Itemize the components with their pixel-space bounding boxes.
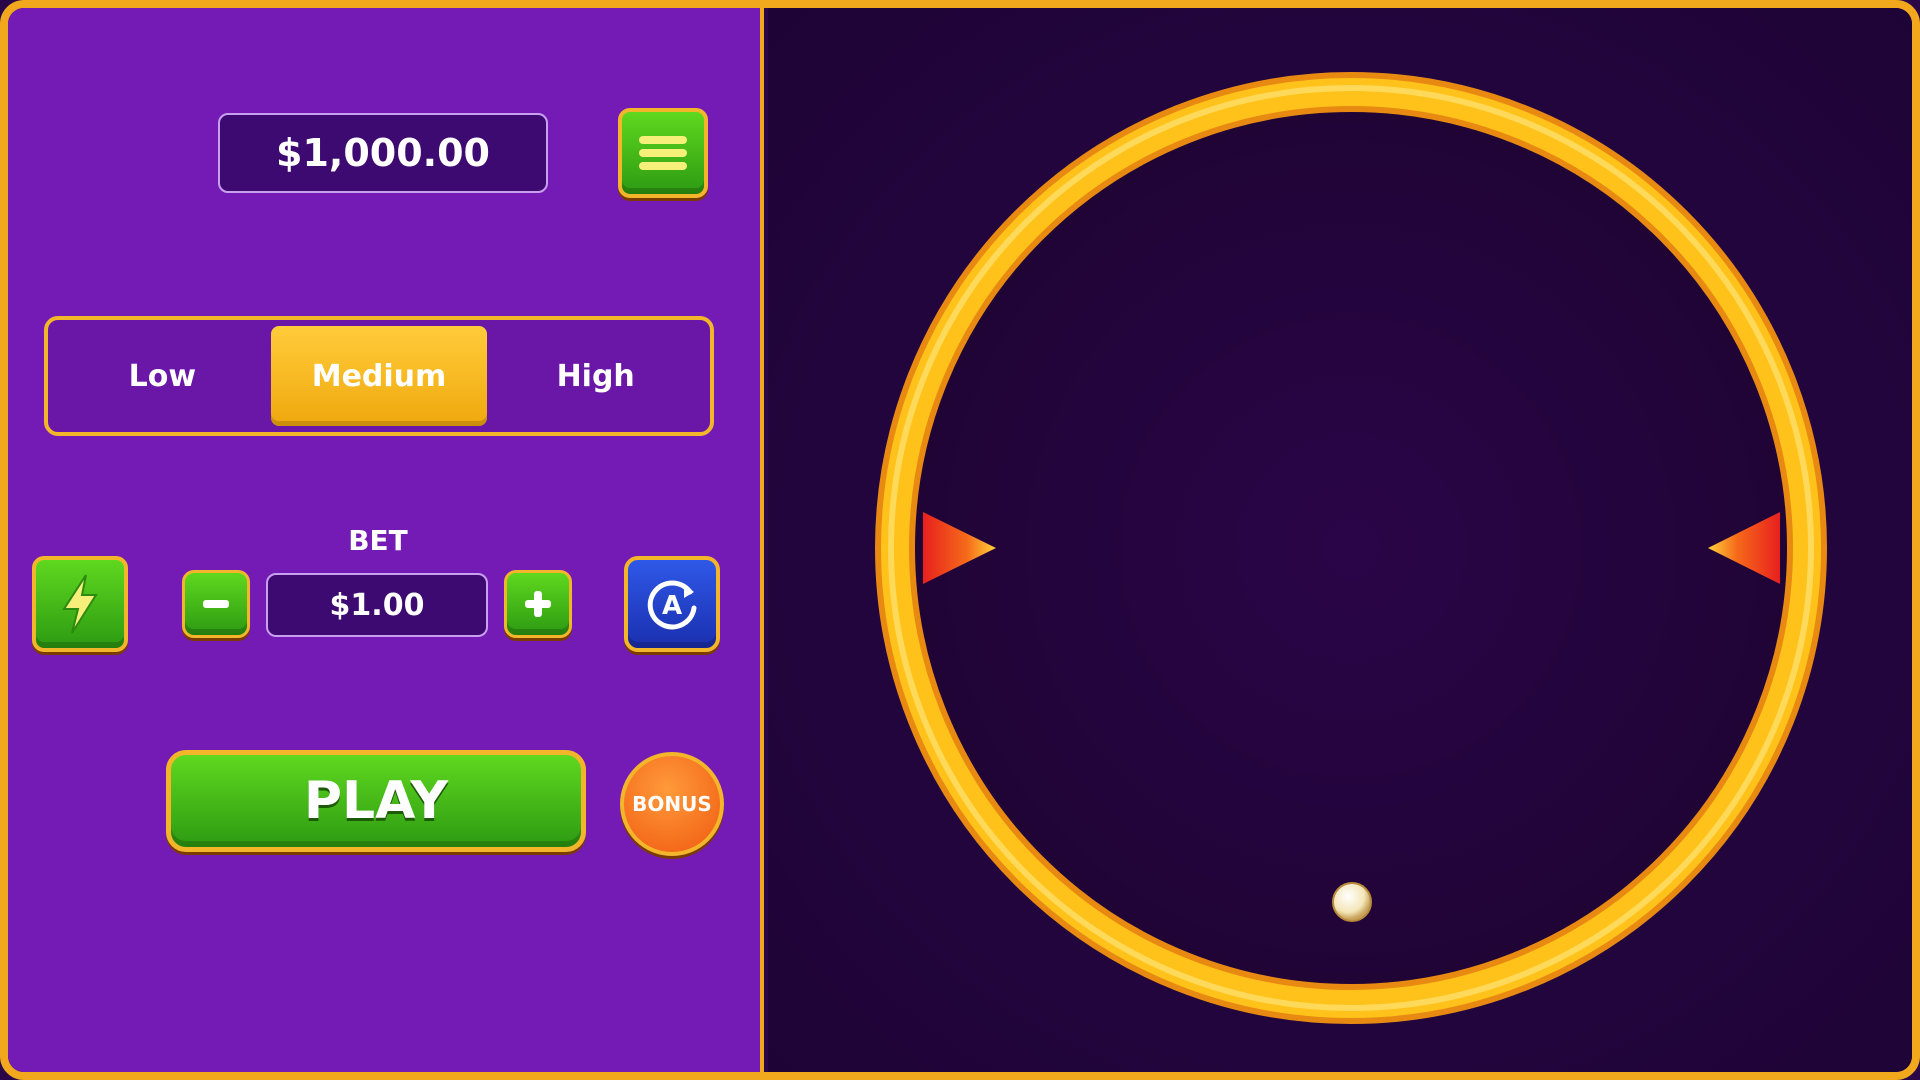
game-frame: $1,000.00 Low Medium High BET $1.00 A PL… bbox=[0, 0, 1920, 1080]
play-button[interactable]: PLAY bbox=[166, 750, 586, 852]
turbo-button[interactable] bbox=[32, 556, 128, 652]
risk-option-low[interactable]: Low bbox=[54, 326, 271, 426]
autoplay-button[interactable]: A bbox=[624, 556, 720, 652]
menu-button[interactable] bbox=[618, 108, 708, 198]
ring-inner-area bbox=[911, 108, 1791, 988]
bet-amount-display: $1.00 bbox=[266, 573, 488, 637]
auto-rotate-icon: A bbox=[647, 580, 697, 630]
bet-label: BET bbox=[348, 524, 408, 557]
bet-decrease-button[interactable] bbox=[182, 570, 250, 638]
risk-selector: Low Medium High bbox=[44, 316, 714, 436]
bonus-button[interactable]: BONUS bbox=[620, 752, 724, 856]
plus-icon bbox=[525, 591, 551, 617]
lightning-bolt-icon bbox=[62, 574, 98, 634]
balance-display: $1,000.00 bbox=[218, 113, 548, 193]
game-arena bbox=[768, 8, 1912, 1072]
control-panel: $1,000.00 Low Medium High BET $1.00 A PL… bbox=[8, 8, 764, 1072]
ball bbox=[1332, 882, 1372, 922]
bet-increase-button[interactable] bbox=[504, 570, 572, 638]
autoplay-letter: A bbox=[662, 591, 682, 621]
hamburger-menu-icon bbox=[639, 131, 687, 175]
minus-icon bbox=[203, 600, 229, 608]
risk-option-high[interactable]: High bbox=[487, 326, 704, 426]
game-board bbox=[875, 72, 1827, 1024]
risk-option-medium[interactable]: Medium bbox=[270, 326, 488, 426]
